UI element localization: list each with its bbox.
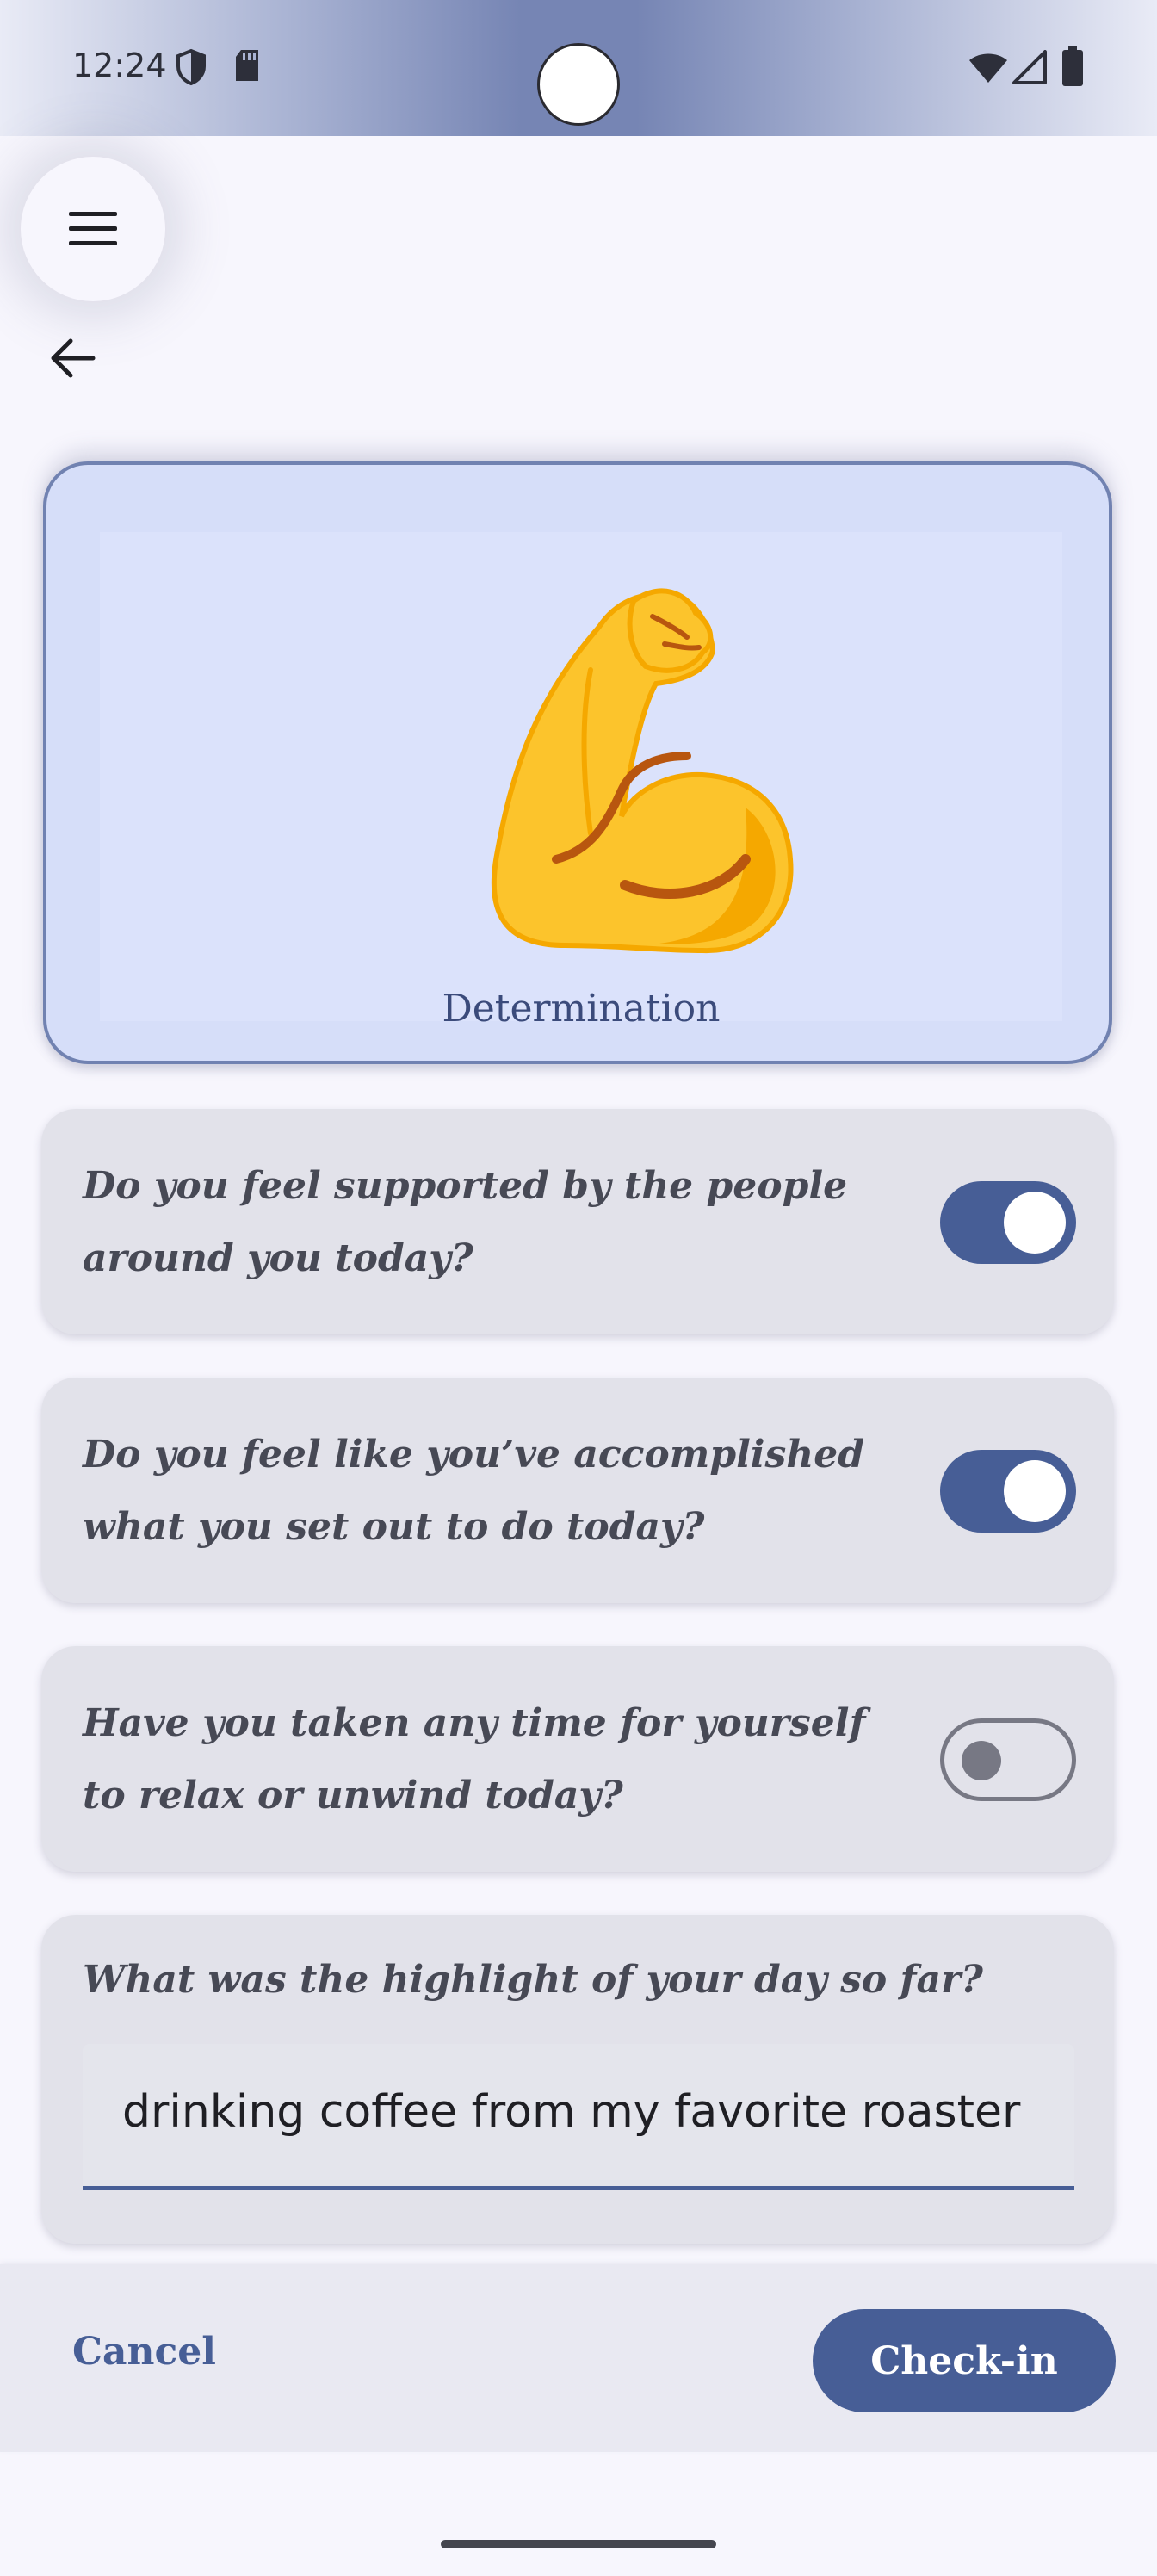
highlight-input[interactable] — [83, 2044, 1074, 2186]
status-time: 12:24 — [72, 46, 167, 84]
question-card: Have you taken any time for yourself to … — [41, 1646, 1114, 1872]
menu-button[interactable] — [21, 157, 165, 301]
signal-icon — [1012, 50, 1047, 88]
home-indicator[interactable] — [441, 2540, 716, 2548]
camera-cutout — [537, 43, 620, 126]
toggle-knob — [1004, 1460, 1066, 1522]
status-bar: 12:24 — [0, 0, 1157, 136]
battery-icon — [1062, 46, 1083, 90]
question-text: Have you taken any time for yourself to … — [83, 1701, 866, 1817]
question-card: Do you feel like you’ve accomplished wha… — [41, 1378, 1114, 1603]
highlight-question: What was the highlight of your day so fa… — [83, 1958, 983, 2002]
wifi-icon — [968, 50, 1009, 88]
highlight-card: What was the highlight of your day so fa… — [41, 1915, 1114, 2244]
question-toggle[interactable] — [940, 1181, 1076, 1264]
highlight-text-field[interactable] — [83, 2044, 1074, 2190]
cancel-button[interactable]: Cancel — [72, 2330, 216, 2374]
toggle-knob — [962, 1741, 1001, 1780]
sd-card-icon — [232, 48, 262, 86]
emotion-image-area: Determination — [100, 532, 1062, 1031]
question-toggle[interactable] — [940, 1718, 1076, 1801]
back-button[interactable] — [45, 331, 100, 386]
arrow-back-icon — [51, 338, 96, 378]
action-bar: Cancel Check-in — [0, 2264, 1157, 2452]
hamburger-menu-icon — [69, 212, 117, 245]
flexed-biceps-icon — [491, 588, 794, 954]
question-card: Do you feel supported by the people arou… — [41, 1109, 1114, 1334]
shield-icon — [174, 48, 208, 90]
check-in-button[interactable]: Check-in — [813, 2309, 1116, 2412]
toggle-knob — [1004, 1192, 1066, 1254]
emotion-card[interactable]: Determination — [43, 461, 1112, 1064]
emotion-label: Determination — [442, 987, 721, 1031]
question-text: Do you feel like you’ve accomplished wha… — [83, 1433, 865, 1549]
question-text: Do you feel supported by the people arou… — [83, 1164, 848, 1280]
question-toggle[interactable] — [940, 1450, 1076, 1533]
